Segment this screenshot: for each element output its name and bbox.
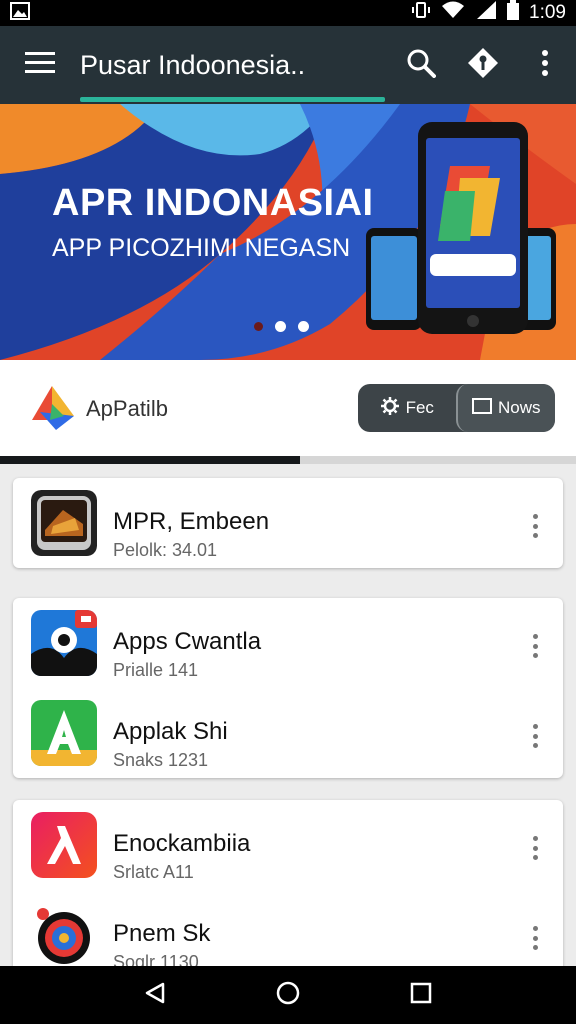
loading-progress-bar — [0, 456, 576, 464]
security-button[interactable] — [452, 26, 514, 104]
app-name: Pnem Sk — [113, 920, 211, 947]
search-button[interactable] — [390, 26, 452, 104]
battery-icon — [507, 0, 520, 26]
list-item[interactable]: MPR, Embeen Pelolk: 34.01 — [13, 478, 563, 568]
app-card: MPR, Embeen Pelolk: 34.01 — [13, 478, 563, 568]
app-name: Enockambiia — [113, 830, 251, 857]
segment-feed-label: Fec — [405, 398, 434, 417]
list-item[interactable]: Pnem Sk Soglr 1130 — [13, 890, 563, 976]
app-name: MPR, Embeen — [113, 508, 270, 535]
more-vert-icon[interactable] — [523, 924, 547, 952]
more-vert-icon[interactable] — [523, 512, 547, 540]
menu-button[interactable] — [0, 26, 80, 104]
brand-card: ApPatilb Fec Nows — [0, 360, 576, 458]
segment-news-label: Nows — [497, 398, 541, 417]
nav-back-button[interactable] — [131, 971, 179, 1019]
app-meta: Snaks 1231 — [113, 750, 209, 770]
gear-icon — [380, 396, 400, 421]
letter-a-app-icon — [31, 700, 97, 766]
tablet-app-icon — [31, 490, 97, 556]
carousel-dot[interactable] — [298, 321, 309, 332]
app-name: Apps Cwantla — [113, 628, 262, 655]
signal-icon — [475, 0, 497, 26]
promo-banner[interactable]: APR INDONASIAI APP PICOZHIMI NEGASN — [0, 104, 576, 360]
window-icon — [471, 397, 492, 419]
wifi-icon — [441, 0, 465, 26]
app-name: Applak Shi — [113, 718, 228, 745]
more-vert-icon[interactable] — [523, 632, 547, 660]
back-icon — [143, 981, 167, 1010]
page-title: Pusar Indoonesia.. — [80, 49, 306, 80]
image-icon — [10, 1, 30, 25]
overflow-menu-button[interactable] — [514, 26, 576, 104]
carousel-dot[interactable] — [275, 321, 286, 332]
recents-icon — [410, 982, 432, 1009]
menu-icon — [25, 51, 55, 79]
system-nav-bar — [0, 966, 576, 1024]
list-item[interactable]: Apps Cwantla Prialle 141 — [13, 598, 563, 688]
list-item[interactable]: Enockambiia Srlatc A11 — [13, 800, 563, 890]
app-meta: Srlatc A11 — [113, 862, 194, 882]
home-icon — [275, 980, 301, 1011]
nav-home-button[interactable] — [264, 971, 312, 1019]
camera-app-icon — [31, 610, 97, 676]
target-app-icon — [31, 902, 97, 968]
title-underline — [80, 97, 385, 102]
status-time: 1:09 — [529, 2, 566, 23]
carousel-dot[interactable] — [254, 322, 263, 331]
segment-news[interactable]: Nows — [455, 384, 555, 432]
app-meta: Prialle 141 — [113, 660, 199, 680]
app-card: Enockambiia Srlatc A11 Pnem Sk Soglr 113… — [13, 800, 563, 976]
carousel-indicator[interactable] — [254, 321, 309, 332]
status-bar: 1:09 — [0, 0, 576, 26]
more-vert-icon[interactable] — [523, 722, 547, 750]
more-vert-icon — [541, 49, 549, 81]
brand-name: ApPatilb — [86, 396, 168, 421]
more-vert-icon[interactable] — [523, 834, 547, 862]
list-item[interactable]: Applak Shi Snaks 1231 — [13, 688, 563, 778]
lambda-app-icon — [31, 812, 97, 878]
segment-feed[interactable]: Fec — [358, 384, 456, 432]
banner-subtitle: APP PICOZHIMI NEGASN — [52, 234, 351, 262]
segmented-control: Fec Nows — [358, 384, 555, 432]
nav-recents-button[interactable] — [397, 971, 445, 1019]
phones-illustration — [366, 122, 556, 334]
shield-icon — [467, 47, 499, 84]
app-toolbar: Pusar Indoonesia.. — [0, 26, 576, 104]
app-card: Apps Cwantla Prialle 141 Applak Shi Snak… — [13, 598, 563, 778]
banner-title: APR INDONASIAI — [52, 182, 374, 224]
progress-fill — [0, 456, 300, 464]
brand-logo-icon — [30, 384, 78, 437]
vibrate-icon — [411, 0, 431, 26]
app-meta: Pelolk: 34.01 — [113, 540, 218, 560]
search-icon — [406, 48, 436, 83]
